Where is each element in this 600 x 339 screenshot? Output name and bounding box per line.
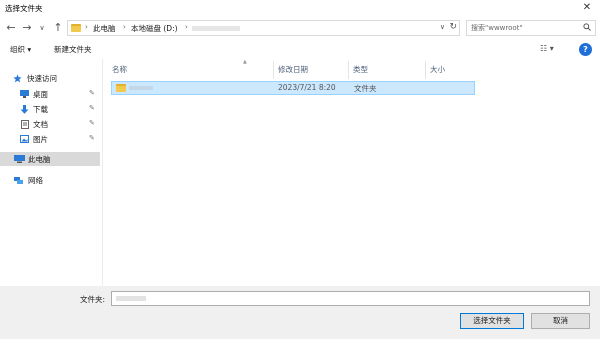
recent-locations-chevron-icon[interactable]: ∨ — [35, 21, 49, 35]
title-bar: 选择文件夹 ✕ — [0, 0, 600, 17]
sidebar-item-label: 快速访问 — [27, 74, 57, 83]
computer-icon — [14, 155, 25, 163]
sidebar-item-network[interactable]: 网络 — [0, 173, 100, 187]
address-bar[interactable]: › 此电脑 › 本地磁盘 (D:) › ∨ ↻ — [67, 20, 460, 36]
sidebar-item-label: 桌面 — [33, 90, 48, 99]
search-input[interactable]: 搜索"wwwroot" — [471, 23, 523, 33]
pin-icon: ✎ — [89, 134, 95, 142]
command-toolbar: 组织 ▾ 新建文件夹 ☷ ▾ ? — [0, 41, 600, 59]
breadcrumb-local-disk[interactable]: 本地磁盘 (D:) — [131, 23, 178, 34]
cancel-button[interactable]: 取消 — [531, 313, 590, 329]
folder-name-input[interactable] — [111, 291, 590, 306]
breadcrumb-this-pc[interactable]: 此电脑 — [93, 23, 116, 34]
folder-icon — [71, 24, 81, 32]
breadcrumb-separator: › — [123, 23, 126, 31]
download-icon — [20, 105, 29, 114]
sidebar-item-label: 图片 — [33, 135, 48, 144]
breadcrumb-separator: › — [85, 23, 88, 31]
search-icon — [583, 23, 591, 33]
table-row[interactable]: 2023/7/21 8:20 文件夹 — [111, 81, 475, 95]
pin-icon: ✎ — [89, 89, 95, 97]
sidebar-item-desktop[interactable]: 桌面 ✎ — [0, 87, 100, 101]
desktop-icon — [20, 90, 29, 98]
sidebar-item-pictures[interactable]: 图片 ✎ — [0, 132, 100, 146]
column-header-type[interactable]: 类型 — [353, 64, 368, 75]
navigation-pane: 快速访问 桌面 ✎ 下载 ✎ 文档 ✎ 图片 ✎ 此电脑 网络 — [0, 59, 102, 286]
sidebar-item-label: 此电脑 — [28, 155, 51, 164]
sidebar-item-documents[interactable]: 文档 ✎ — [0, 117, 100, 131]
folder-field-label: 文件夹: — [80, 295, 106, 304]
column-separator[interactable] — [348, 61, 349, 79]
organize-button[interactable]: 组织 ▾ — [10, 44, 31, 55]
close-icon[interactable]: ✕ — [580, 1, 594, 15]
refresh-icon[interactable]: ↻ — [449, 22, 457, 32]
navigation-bar: ← → ∨ ↑ › 此电脑 › 本地磁盘 (D:) › ∨ ↻ 搜索"wwwro… — [0, 17, 600, 39]
folder-icon — [116, 84, 126, 92]
breadcrumb-redacted[interactable] — [192, 26, 240, 31]
search-box[interactable]: 搜索"wwwroot" — [466, 20, 596, 36]
column-header-date[interactable]: 修改日期 — [278, 64, 308, 75]
forward-arrow-icon[interactable]: → — [20, 21, 34, 35]
sidebar-item-label: 网络 — [28, 176, 43, 185]
pin-icon: ✎ — [89, 119, 95, 127]
sort-caret-icon: ▲ — [243, 59, 247, 65]
row-name-redacted — [129, 86, 153, 90]
network-icon — [14, 176, 23, 184]
pin-icon: ✎ — [89, 104, 95, 112]
column-header-size[interactable]: 大小 — [430, 64, 445, 75]
sidebar-item-quick-access[interactable]: 快速访问 — [0, 71, 100, 85]
sidebar-item-label: 文档 — [33, 120, 48, 129]
sidebar-item-label: 下载 — [33, 105, 48, 114]
breadcrumb-separator: › — [185, 23, 188, 31]
sidebar-item-this-pc[interactable]: 此电脑 — [0, 152, 100, 166]
star-icon — [13, 74, 22, 83]
column-separator[interactable] — [425, 61, 426, 79]
view-options-icon[interactable]: ☷ ▾ — [540, 44, 554, 53]
folder-name-redacted — [116, 296, 146, 301]
column-header-name[interactable]: 名称 — [112, 64, 127, 75]
window-title: 选择文件夹 — [5, 4, 43, 13]
file-list: ▲ 名称 修改日期 类型 大小 2023/7/21 8:20 文件夹 — [103, 59, 600, 286]
row-type: 文件夹 — [354, 84, 377, 93]
row-date: 2023/7/21 8:20 — [278, 83, 336, 92]
back-arrow-icon[interactable]: ← — [4, 21, 18, 35]
up-arrow-icon[interactable]: ↑ — [51, 21, 65, 35]
column-separator[interactable] — [273, 61, 274, 79]
dialog-footer: 文件夹: 选择文件夹 取消 — [0, 286, 600, 339]
select-folder-button[interactable]: 选择文件夹 — [460, 313, 524, 329]
picture-icon — [20, 135, 29, 143]
address-dropdown-icon[interactable]: ∨ — [440, 23, 445, 31]
help-icon[interactable]: ? — [579, 43, 592, 56]
new-folder-button[interactable]: 新建文件夹 — [54, 44, 92, 55]
document-icon — [21, 120, 30, 129]
sidebar-item-downloads[interactable]: 下载 ✎ — [0, 102, 100, 116]
